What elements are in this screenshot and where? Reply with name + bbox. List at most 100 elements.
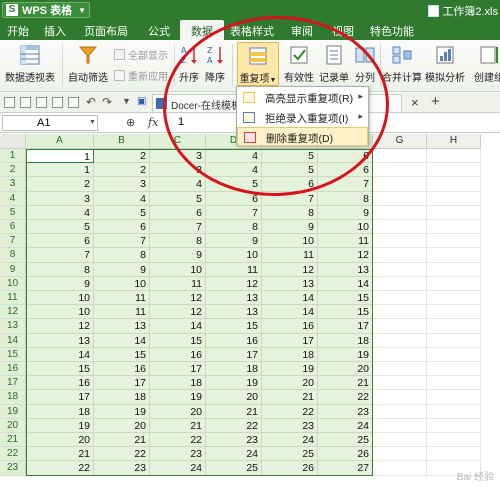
row-header[interactable]: 23 [0, 461, 26, 476]
table-cell[interactable]: 12 [150, 291, 206, 306]
row-header[interactable]: 22 [0, 447, 26, 462]
table-cell[interactable]: 18 [26, 404, 94, 419]
table-cell[interactable]: 16 [94, 362, 150, 377]
table-cell[interactable]: 27 [318, 461, 373, 476]
reject-duplicates-item[interactable]: 拒绝录入重复项(I) ▸ [237, 108, 368, 127]
table-cell[interactable]: 11 [318, 234, 373, 249]
table-cell[interactable] [427, 433, 481, 448]
row-header[interactable]: 20 [0, 418, 26, 433]
table-cell[interactable]: 22 [206, 418, 262, 433]
table-cell[interactable]: 5 [262, 149, 318, 164]
table-cell[interactable]: 25 [262, 447, 318, 462]
row-header[interactable]: 3 [0, 177, 26, 192]
table-cell[interactable] [373, 220, 427, 235]
tab-8[interactable]: 特色功能 [362, 20, 422, 40]
table-cell[interactable]: 18 [262, 347, 318, 362]
table-cell[interactable]: 8 [206, 220, 262, 235]
row-header[interactable]: 7 [0, 234, 26, 249]
save-icon[interactable] [20, 97, 31, 108]
table-cell[interactable]: 19 [150, 390, 206, 405]
zoom-icon[interactable]: ⊕ [126, 116, 135, 129]
table-cell[interactable]: 9 [150, 248, 206, 263]
column-header-a[interactable]: A [26, 134, 94, 149]
table-cell[interactable]: 7 [150, 220, 206, 235]
table-cell[interactable] [427, 447, 481, 462]
table-cell[interactable] [373, 305, 427, 320]
table-cell[interactable]: 24 [150, 461, 206, 476]
table-cell[interactable]: 12 [262, 262, 318, 277]
table-cell[interactable]: 20 [318, 362, 373, 377]
table-cell[interactable]: 17 [150, 362, 206, 377]
table-cell[interactable] [373, 362, 427, 377]
table-cell[interactable]: 12 [150, 305, 206, 320]
table-cell[interactable] [373, 347, 427, 362]
row-header[interactable]: 2 [0, 163, 26, 178]
table-cell[interactable]: 10 [262, 234, 318, 249]
table-cell[interactable]: 18 [206, 362, 262, 377]
table-cell[interactable] [373, 205, 427, 220]
table-cell[interactable]: 7 [318, 177, 373, 192]
table-cell[interactable]: 8 [318, 191, 373, 206]
table-cell[interactable] [373, 404, 427, 419]
table-cell[interactable]: 23 [318, 404, 373, 419]
table-cell[interactable]: 9 [94, 262, 150, 277]
table-cell[interactable]: 12 [318, 248, 373, 263]
sort-descending-button[interactable]: ZA 降序 [203, 44, 227, 84]
table-cell[interactable]: 10 [206, 248, 262, 263]
tab-5[interactable]: 表格样式 [224, 20, 280, 40]
table-cell[interactable]: 2 [94, 149, 150, 164]
new-tab-icon[interactable]: + [431, 93, 440, 110]
row-header[interactable]: 1 [0, 149, 26, 164]
tab-1[interactable]: 插入 [36, 20, 74, 40]
print-icon[interactable] [52, 97, 63, 108]
table-cell[interactable]: 15 [318, 291, 373, 306]
table-cell[interactable]: 22 [318, 390, 373, 405]
table-cell[interactable]: 9 [262, 220, 318, 235]
table-cell[interactable]: 18 [94, 390, 150, 405]
table-cell[interactable]: 21 [318, 376, 373, 391]
highlight-duplicates-item[interactable]: 高亮显示重复项(R) ▸ [237, 88, 368, 107]
name-box-caret-icon[interactable]: ▼ [89, 119, 96, 126]
table-cell[interactable]: 20 [26, 433, 94, 448]
table-cell[interactable] [427, 276, 481, 291]
table-cell[interactable]: 16 [26, 376, 94, 391]
table-cell[interactable]: 13 [262, 276, 318, 291]
table-cell[interactable]: 15 [94, 347, 150, 362]
table-cell[interactable] [427, 220, 481, 235]
table-cell[interactable] [373, 390, 427, 405]
table-cell[interactable]: 3 [150, 149, 206, 164]
table-cell[interactable]: 21 [26, 447, 94, 462]
tab-3[interactable]: 公式 [138, 20, 180, 40]
column-header-c[interactable]: C [150, 134, 206, 149]
table-cell[interactable]: 5 [26, 220, 94, 235]
tab-6[interactable]: 审阅 [280, 20, 324, 40]
table-cell[interactable]: 21 [206, 404, 262, 419]
table-cell[interactable] [427, 234, 481, 249]
row-header[interactable]: 8 [0, 248, 26, 263]
redo-icon[interactable]: ↷ [102, 95, 112, 109]
table-cell[interactable]: 6 [318, 149, 373, 164]
row-header[interactable]: 13 [0, 319, 26, 334]
table-cell[interactable]: 16 [150, 347, 206, 362]
duplicates-button[interactable]: 重复项▼ [237, 42, 279, 86]
table-cell[interactable] [373, 447, 427, 462]
table-cell[interactable]: 1 [26, 163, 94, 178]
table-cell[interactable]: 23 [262, 418, 318, 433]
table-cell[interactable]: 11 [94, 291, 150, 306]
table-cell[interactable]: 8 [150, 234, 206, 249]
table-cell[interactable]: 12 [206, 276, 262, 291]
table-cell[interactable] [373, 333, 427, 348]
table-cell[interactable]: 2 [26, 177, 94, 192]
table-cell[interactable]: 4 [206, 149, 262, 164]
table-cell[interactable]: 6 [206, 191, 262, 206]
table-cell[interactable] [373, 248, 427, 263]
table-cell[interactable]: 19 [206, 376, 262, 391]
table-cell[interactable]: 14 [26, 347, 94, 362]
table-cell[interactable]: 26 [262, 461, 318, 476]
table-cell[interactable] [373, 191, 427, 206]
table-cell[interactable]: 23 [150, 447, 206, 462]
print-preview-icon[interactable] [36, 97, 47, 108]
row-header[interactable]: 14 [0, 333, 26, 348]
close-tab-icon[interactable]: × [411, 95, 419, 110]
auto-filter-button[interactable]: 自动筛选 [66, 44, 110, 84]
